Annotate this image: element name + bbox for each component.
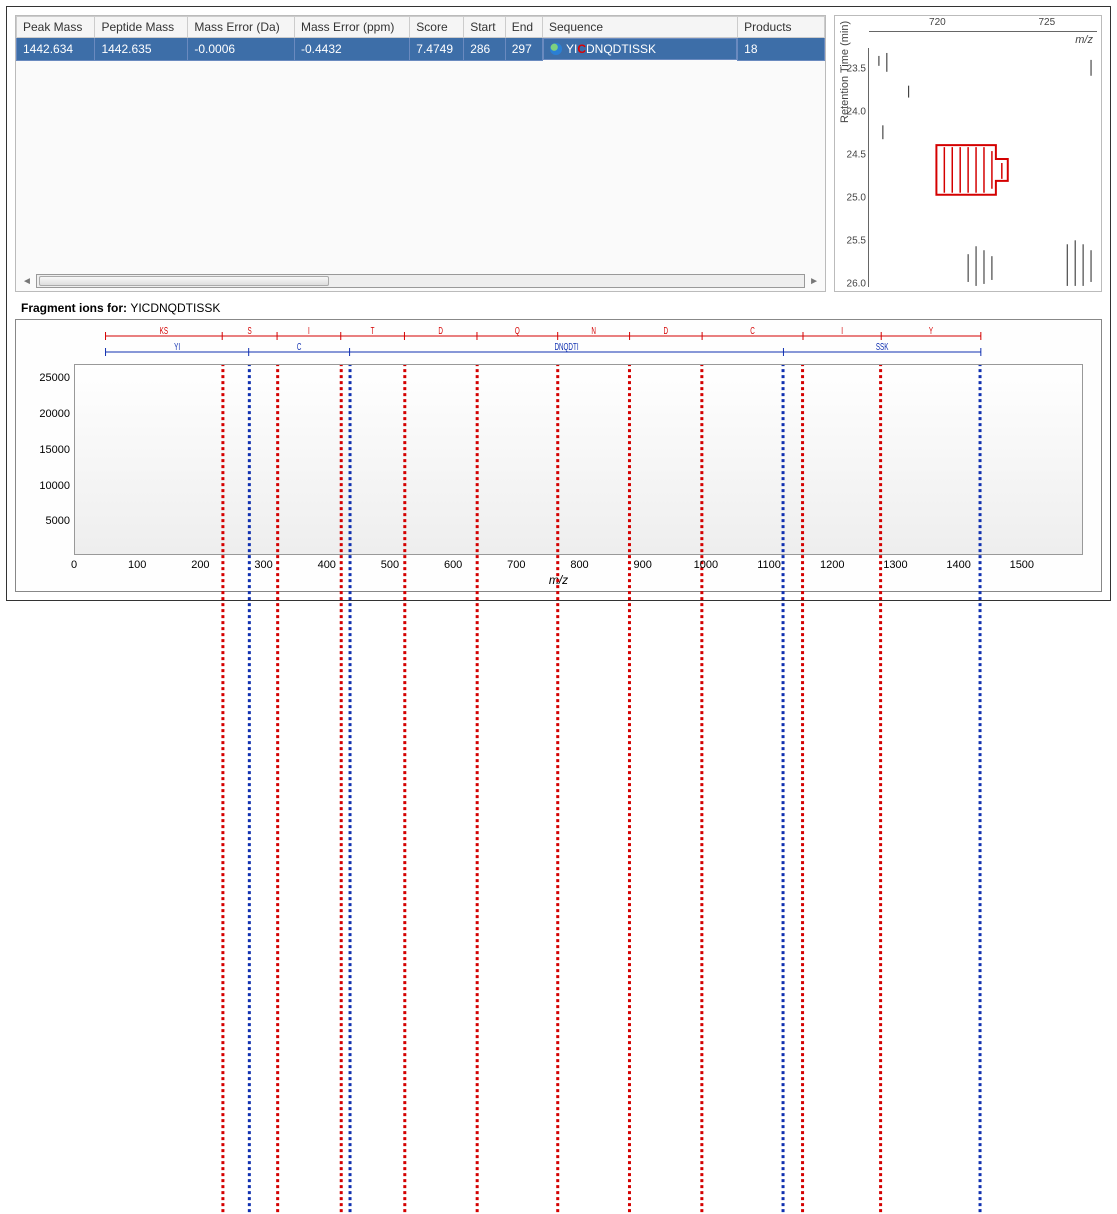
fragment-xtick: 800 (570, 559, 588, 571)
heatmap-ytick: 25.0 (847, 192, 866, 203)
col-peptide-mass[interactable]: Peptide Mass (95, 17, 188, 38)
upper-row: Peak Mass Peptide Mass Mass Error (Da) M… (15, 15, 1102, 292)
cell-peak-mass: 1442.634 (17, 38, 95, 61)
fragment-ytick: 5000 (32, 515, 70, 527)
fragment-spectrum-panel: Intensity (counts) m/z KSSITDQNDCIYYICDN… (15, 319, 1102, 592)
results-table-panel: Peak Mass Peptide Mass Mass Error (Da) M… (15, 15, 826, 292)
col-peak-mass[interactable]: Peak Mass (17, 17, 95, 38)
horizontal-scrollbar[interactable]: ◄ ► (16, 271, 825, 291)
svg-text:Q: Q (515, 324, 520, 336)
fragment-xtick: 1400 (946, 559, 970, 571)
sequence-leading: YI (566, 42, 577, 56)
cell-mass-error-ppm: -0.4432 (295, 38, 410, 61)
fragment-annotation-ladder: KSSITDQNDCIYYICDNQDTISSK (74, 326, 1083, 360)
svg-text:DNQDTI: DNQDTI (554, 340, 578, 352)
fragment-ytick: 20000 (32, 408, 70, 420)
cell-start: 286 (464, 38, 506, 61)
col-products[interactable]: Products (738, 17, 825, 38)
globe-icon (550, 43, 562, 55)
selected-feature-outline (936, 145, 1007, 195)
fragment-xtick: 600 (444, 559, 462, 571)
fragment-xtick: 700 (507, 559, 525, 571)
fragment-xtick: 1500 (1010, 559, 1034, 571)
svg-text:T: T (371, 324, 375, 336)
fragment-xtick: 0 (71, 559, 77, 571)
fragment-xtick: 300 (254, 559, 272, 571)
results-table: Peak Mass Peptide Mass Mass Error (Da) M… (16, 16, 825, 61)
fragment-ytick: 25000 (32, 372, 70, 384)
cell-mass-error-da: -0.0006 (188, 38, 295, 61)
svg-text:N: N (591, 324, 596, 336)
col-sequence[interactable]: Sequence (543, 17, 738, 38)
fragment-xtick: 1000 (694, 559, 718, 571)
sequence-mod-residue: C (577, 42, 586, 56)
heatmap-panel[interactable]: 720 725 m/z Retention Time (min) 23.5 24… (834, 15, 1102, 292)
fragment-xtick: 400 (318, 559, 336, 571)
fragment-ytick: 10000 (32, 480, 70, 492)
heatmap-svg (869, 48, 1097, 286)
heatmap-ytick: 26.0 (847, 278, 866, 289)
cell-sequence: YICDNQDTISSK (543, 38, 737, 60)
svg-text:S: S (248, 324, 253, 336)
scroll-left-arrow[interactable]: ◄ (22, 276, 32, 287)
svg-text:D: D (438, 324, 443, 336)
cell-end: 297 (505, 38, 542, 61)
col-mass-error-da[interactable]: Mass Error (Da) (188, 17, 295, 38)
table-row[interactable]: 1442.634 1442.635 -0.0006 -0.4432 7.4749… (17, 38, 825, 61)
svg-text:I: I (841, 324, 843, 336)
col-mass-error-ppm[interactable]: Mass Error (ppm) (295, 17, 410, 38)
heatmap-yaxis: Retention Time (min) 23.5 24.0 24.5 25.0… (849, 48, 869, 287)
svg-text:KS: KS (160, 324, 169, 336)
fragment-ytick: 15000 (32, 444, 70, 456)
scrollbar-track[interactable] (36, 274, 805, 288)
fragment-xtick: 500 (381, 559, 399, 571)
scroll-right-arrow[interactable]: ► (809, 276, 819, 287)
scrollbar-thumb[interactable] (39, 276, 329, 286)
svg-text:D: D (664, 324, 669, 336)
fragment-xtick: 200 (191, 559, 209, 571)
fragment-title-sequence: YICDNQDTISSK (130, 301, 220, 315)
fragment-title-prefix: Fragment ions for: (21, 301, 130, 315)
sequence-rest: DNQDTISSK (586, 42, 656, 56)
svg-text:C: C (297, 340, 302, 352)
col-score[interactable]: Score (410, 17, 464, 38)
cell-peptide-mass: 1442.635 (95, 38, 188, 61)
table-header-row: Peak Mass Peptide Mass Mass Error (Da) M… (17, 17, 825, 38)
fragment-xtick: 1300 (883, 559, 907, 571)
fragment-title: Fragment ions for: YICDNQDTISSK (21, 301, 220, 315)
heatmap-ytick: 25.5 (847, 235, 866, 246)
heatmap-plot[interactable] (869, 48, 1097, 287)
fragment-xtick: 900 (634, 559, 652, 571)
svg-text:SSK: SSK (876, 340, 889, 352)
heatmap-ytick: 24.5 (847, 149, 866, 160)
svg-text:YI: YI (174, 340, 180, 352)
svg-text:I: I (308, 324, 310, 336)
heatmap-xaxis: 720 725 (869, 16, 1097, 32)
cell-products: 18 (738, 38, 825, 61)
col-end[interactable]: End (505, 17, 542, 38)
fragment-xtick: 1200 (820, 559, 844, 571)
fragment-xtick: 1100 (757, 559, 781, 571)
cell-score: 7.4749 (410, 38, 464, 61)
spectrum-svg (75, 365, 1082, 1214)
fragment-xtick: 100 (128, 559, 146, 571)
heatmap-xtick: 720 (929, 17, 946, 28)
svg-text:Y: Y (929, 324, 934, 336)
fragment-plotarea[interactable] (74, 364, 1083, 555)
heatmap-xtick: 725 (1038, 17, 1055, 28)
heatmap-ytick: 24.0 (847, 106, 866, 117)
heatmap-xlabel: m/z (1075, 34, 1093, 46)
annotation-svg: KSSITDQNDCIYYICDNQDTISSK (74, 326, 1083, 360)
heatmap-ytick: 23.5 (847, 63, 866, 74)
app-frame: Peak Mass Peptide Mass Mass Error (Da) M… (6, 6, 1111, 601)
svg-text:C: C (750, 324, 755, 336)
col-start[interactable]: Start (464, 17, 506, 38)
results-table-body: Peak Mass Peptide Mass Mass Error (Da) M… (16, 16, 825, 271)
